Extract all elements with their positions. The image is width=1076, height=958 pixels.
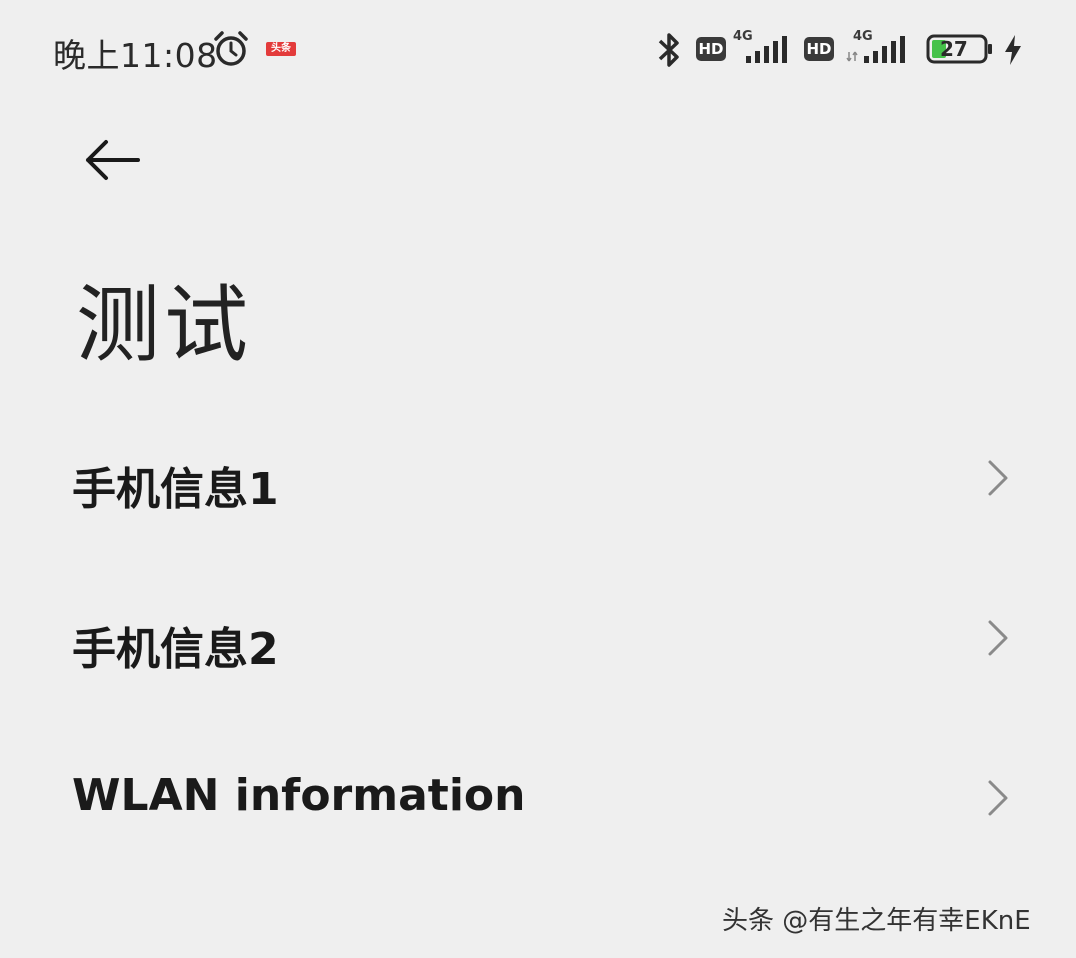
page-title: 测试	[76, 276, 253, 374]
chevron-right-icon	[984, 778, 1012, 822]
list-item-label: WLAN information	[72, 770, 526, 821]
list-item-wlan-information[interactable]: WLAN information	[0, 748, 1076, 848]
signal-icon	[846, 34, 916, 68]
signal-icon	[744, 34, 794, 68]
battery-level: 27	[940, 37, 968, 61]
list-item-phone-info-1[interactable]: 手机信息1	[0, 428, 1076, 528]
bluetooth-icon	[656, 30, 682, 74]
list-item-label: 手机信息2	[72, 624, 279, 675]
watermark: 头条 @有生之年有幸EKnE	[722, 906, 1031, 936]
list-item-phone-info-2[interactable]: 手机信息2	[0, 588, 1076, 688]
list-item-label: 手机信息1	[72, 464, 279, 515]
back-button[interactable]	[78, 132, 150, 188]
toutiao-notification-icon: 头条	[266, 42, 296, 56]
chevron-right-icon	[984, 458, 1012, 502]
status-time: 晚上11:08	[53, 36, 218, 75]
hd-badge-sim2: HD	[804, 37, 834, 61]
arrow-left-icon	[78, 140, 150, 192]
charging-icon	[1003, 34, 1023, 70]
chevron-right-icon	[984, 618, 1012, 662]
alarm-icon	[212, 30, 250, 72]
hd-badge-sim1: HD	[696, 37, 726, 61]
status-bar: 晚上11:08 头条 HD 4G HD 4G 27	[0, 0, 1076, 100]
